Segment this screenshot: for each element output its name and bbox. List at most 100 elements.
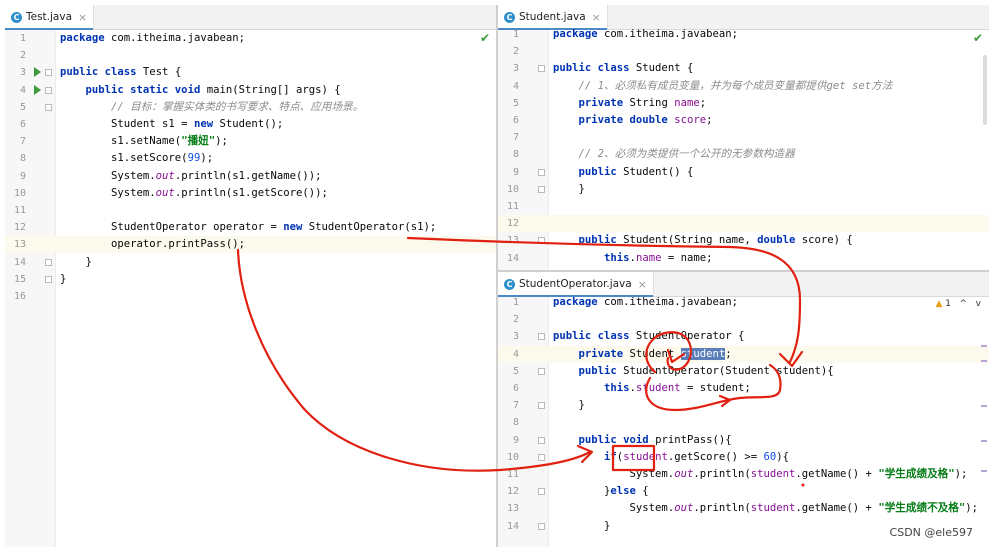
tab-test-java[interactable]: C Test.java × xyxy=(5,5,95,30)
code-line: // 1、必须私有成员变量，并为每个成员变量都提供get set方法 xyxy=(553,78,893,95)
warning-icon: ▲ xyxy=(935,299,943,309)
code-line: System.out.println(student.getName() + "… xyxy=(553,500,978,517)
code-line: Student s1 = new Student(); xyxy=(60,116,283,133)
code-token: operator.printPass(); xyxy=(60,238,245,251)
code-token: } xyxy=(553,485,611,498)
code-token: s1.setScore( xyxy=(60,152,188,165)
line-number: 13 xyxy=(506,503,519,515)
code-line: // 目标：掌握实体类的书写要求、特点、应用场景。 xyxy=(60,99,363,116)
code-line: private double score; xyxy=(553,112,713,129)
class-icon: C xyxy=(504,278,515,290)
close-icon[interactable]: × xyxy=(638,278,647,291)
line-number: 11 xyxy=(13,205,26,216)
code-token: ); xyxy=(200,152,214,165)
code-token: Student(String name, xyxy=(616,234,758,247)
prev-highlight-button[interactable]: ^ xyxy=(959,299,967,309)
code-token: s1.setName( xyxy=(60,135,182,148)
code-token: System. xyxy=(553,502,675,515)
line-number: 12 xyxy=(506,218,519,230)
code-token: package xyxy=(553,28,598,40)
code-token: name xyxy=(674,96,700,109)
check-icon: ✔ xyxy=(972,31,983,45)
code-token: ; xyxy=(725,347,732,360)
fold-icon[interactable] xyxy=(538,367,545,375)
code-token: } xyxy=(553,182,585,195)
usage-marker xyxy=(981,470,987,472)
code-token: score xyxy=(674,114,707,126)
line-number: 2 xyxy=(512,314,519,326)
fold-icon[interactable] xyxy=(45,69,52,77)
code-token: student xyxy=(623,450,668,463)
code-token: StudentOperator operator = xyxy=(60,221,284,234)
line-number: 7 xyxy=(512,132,519,144)
code-token: Student() { xyxy=(616,165,694,178)
code-token: private xyxy=(578,96,624,109)
code-token: out xyxy=(155,186,175,199)
code-token: if xyxy=(604,450,617,463)
code-line: System.out.println(s1.getScore()); xyxy=(60,185,328,202)
close-icon[interactable]: × xyxy=(78,11,87,24)
scrollbar[interactable] xyxy=(983,55,987,125)
fold-icon[interactable] xyxy=(538,522,545,530)
next-highlight-button[interactable]: v xyxy=(976,299,981,309)
line-number: 1 xyxy=(512,29,519,40)
run-icon[interactable] xyxy=(34,67,41,78)
line-number: 3 xyxy=(19,67,26,79)
line-number: 14 xyxy=(506,252,519,264)
line-number: 2 xyxy=(19,50,26,62)
fold-icon[interactable] xyxy=(538,237,545,245)
fold-icon[interactable] xyxy=(45,275,52,283)
code-token: .println( xyxy=(693,502,751,515)
code-token: private double xyxy=(578,114,668,126)
fold-icon[interactable] xyxy=(538,185,545,193)
fold-icon[interactable] xyxy=(45,258,52,266)
line-number: 6 xyxy=(512,383,519,394)
line-number: 11 xyxy=(506,201,519,212)
fold-icon[interactable] xyxy=(538,168,545,176)
code-token: .println(s1.getScore()); xyxy=(174,186,328,199)
line-number: 8 xyxy=(19,153,26,165)
tab-studentoperator-java[interactable]: C StudentOperator.java × xyxy=(498,272,654,297)
caret-line-highlight xyxy=(498,215,989,233)
line-number: 5 xyxy=(19,101,26,113)
code-token: name xyxy=(635,251,662,264)
usage-marker xyxy=(981,440,987,442)
code-token: ; xyxy=(699,96,707,109)
fold-icon[interactable] xyxy=(538,402,545,410)
code-line: } xyxy=(553,518,610,535)
code-token: System. xyxy=(60,186,156,199)
code-line: StudentOperator operator = new StudentOp… xyxy=(60,219,436,236)
line-number: 13 xyxy=(13,239,26,251)
line-number: 14 xyxy=(506,520,519,532)
fold-icon[interactable] xyxy=(538,333,545,341)
fold-icon[interactable] xyxy=(538,453,545,461)
fold-icon[interactable] xyxy=(45,86,52,94)
code-token: 60 xyxy=(763,450,777,463)
fold-icon[interactable] xyxy=(538,488,545,496)
code-line: operator.printPass(); xyxy=(60,236,245,253)
code-token: } xyxy=(553,519,611,532)
line-number: 2 xyxy=(512,46,519,58)
code-token: this xyxy=(604,251,630,264)
code-token: = name; xyxy=(661,251,713,264)
code-token: public xyxy=(578,364,617,377)
code-token: StudentOperator { xyxy=(629,330,745,343)
run-icon[interactable] xyxy=(34,84,41,95)
fold-icon[interactable] xyxy=(538,65,545,73)
warning-indicator[interactable]: ▲ 1 xyxy=(935,299,951,309)
close-icon[interactable]: × xyxy=(592,11,601,24)
code-line: this.name = name; xyxy=(553,250,712,267)
line-number: 3 xyxy=(512,331,519,343)
tab-label: Test.java xyxy=(26,11,73,23)
code-token: { xyxy=(635,485,649,498)
line-number: 13 xyxy=(506,235,519,247)
code-token: String xyxy=(623,96,675,109)
code-token: .getScore() >= xyxy=(667,450,764,463)
fold-icon[interactable] xyxy=(45,103,52,111)
fold-icon[interactable] xyxy=(538,436,545,444)
code-token: public xyxy=(578,165,617,178)
